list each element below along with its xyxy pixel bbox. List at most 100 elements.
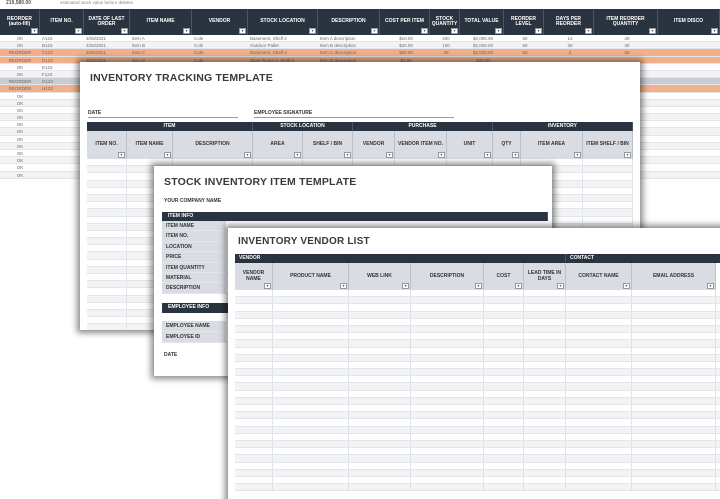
table-cell[interactable] xyxy=(87,317,127,324)
table-cell[interactable] xyxy=(411,333,484,340)
filter-dropdown-icon[interactable]: ▾ xyxy=(451,28,458,34)
table-cell[interactable]: Cole xyxy=(192,35,248,41)
table-cell[interactable]: OK xyxy=(0,164,40,170)
table-cell[interactable] xyxy=(411,405,484,412)
table-cell[interactable] xyxy=(411,448,484,455)
table-cell[interactable] xyxy=(235,405,273,412)
table-cell[interactable] xyxy=(583,166,633,173)
table-cell[interactable] xyxy=(173,159,253,166)
table-cell[interactable] xyxy=(524,412,566,419)
table-cell[interactable] xyxy=(87,180,127,187)
table-cell[interactable] xyxy=(524,347,566,354)
table-cell[interactable] xyxy=(566,455,632,462)
table-cell[interactable] xyxy=(484,361,524,369)
table-cell[interactable]: OK xyxy=(0,150,40,156)
table-cell[interactable]: A123 xyxy=(40,35,84,41)
table-cell[interactable] xyxy=(632,448,716,455)
table-cell[interactable] xyxy=(411,426,484,433)
table-cell[interactable] xyxy=(632,383,716,390)
table-cell[interactable] xyxy=(411,469,484,476)
table-cell[interactable] xyxy=(566,290,632,297)
table-cell[interactable] xyxy=(484,311,524,318)
table-cell[interactable] xyxy=(235,448,273,455)
table-cell[interactable] xyxy=(484,397,524,404)
table-cell[interactable] xyxy=(411,383,484,390)
table-cell[interactable] xyxy=(484,448,524,455)
table-cell[interactable]: Cole xyxy=(192,42,248,48)
table-cell[interactable] xyxy=(566,333,632,340)
table-cell[interactable] xyxy=(349,333,411,340)
table-cell[interactable] xyxy=(349,290,411,297)
table-cell[interactable] xyxy=(484,340,524,347)
table-cell[interactable] xyxy=(273,426,349,433)
table-cell[interactable] xyxy=(411,361,484,369)
filter-dropdown-icon[interactable]: ▾ xyxy=(421,28,428,34)
table-cell[interactable]: OK xyxy=(0,107,40,113)
table-cell[interactable] xyxy=(349,484,411,491)
table-cell[interactable] xyxy=(273,325,349,333)
table-cell[interactable] xyxy=(566,340,632,347)
table-cell[interactable] xyxy=(566,347,632,354)
table-cell[interactable] xyxy=(411,455,484,462)
table-cell[interactable] xyxy=(524,318,566,325)
table-cell[interactable] xyxy=(583,209,633,216)
table-cell[interactable] xyxy=(235,318,273,325)
table-cell[interactable] xyxy=(349,419,411,426)
table-cell[interactable] xyxy=(524,333,566,340)
table-cell[interactable] xyxy=(87,324,127,330)
table-cell[interactable]: 30 xyxy=(594,35,658,41)
table-cell[interactable] xyxy=(484,354,524,361)
table-cell[interactable] xyxy=(349,462,411,469)
table-cell[interactable]: REORDER xyxy=(0,49,40,55)
table-cell[interactable]: Basement, Shelf 4 xyxy=(248,49,318,55)
table-cell[interactable]: Item C xyxy=(130,49,192,55)
table-cell[interactable] xyxy=(349,318,411,325)
filter-dropdown-icon[interactable]: ▾ xyxy=(512,152,519,158)
table-cell[interactable] xyxy=(235,484,273,491)
table-cell[interactable] xyxy=(583,187,633,194)
table-cell[interactable] xyxy=(273,311,349,318)
table-cell[interactable] xyxy=(87,266,127,273)
table-cell[interactable] xyxy=(632,376,716,383)
table-cell[interactable]: OK xyxy=(0,114,40,120)
table-cell[interactable] xyxy=(566,325,632,333)
table-cell[interactable] xyxy=(349,376,411,383)
table-cell[interactable] xyxy=(524,476,566,484)
table-cell[interactable] xyxy=(484,390,524,397)
table-cell[interactable] xyxy=(273,412,349,419)
table-cell[interactable] xyxy=(484,290,524,297)
filter-dropdown-icon[interactable]: ▾ xyxy=(475,283,482,289)
table-cell[interactable] xyxy=(524,361,566,369)
table-cell[interactable] xyxy=(353,159,395,166)
table-cell[interactable] xyxy=(235,412,273,419)
table-cell[interactable] xyxy=(273,433,349,440)
table-cell[interactable] xyxy=(524,304,566,311)
table-cell[interactable]: OK xyxy=(0,71,40,77)
table-cell[interactable] xyxy=(273,484,349,491)
table-cell[interactable] xyxy=(235,304,273,311)
table-cell[interactable] xyxy=(235,455,273,462)
table-cell[interactable] xyxy=(235,333,273,340)
table-cell[interactable] xyxy=(521,159,583,166)
table-cell[interactable] xyxy=(40,128,84,134)
table-cell[interactable] xyxy=(632,325,716,333)
table-cell[interactable] xyxy=(87,259,127,266)
table-cell[interactable]: Item C description xyxy=(318,49,380,55)
table-cell[interactable] xyxy=(566,354,632,361)
table-cell[interactable] xyxy=(349,311,411,318)
table-cell[interactable] xyxy=(349,469,411,476)
table-cell[interactable] xyxy=(411,354,484,361)
table-cell[interactable]: 30 xyxy=(544,42,594,48)
filter-dropdown-icon[interactable]: ▾ xyxy=(31,28,38,34)
table-cell[interactable] xyxy=(87,309,127,317)
table-cell[interactable]: 30 xyxy=(594,42,658,48)
filter-dropdown-icon[interactable]: ▾ xyxy=(624,152,631,158)
table-cell[interactable] xyxy=(349,361,411,369)
table-cell[interactable] xyxy=(349,412,411,419)
table-cell[interactable] xyxy=(524,290,566,297)
filter-dropdown-icon[interactable]: ▾ xyxy=(484,152,491,158)
table-cell[interactable] xyxy=(632,318,716,325)
table-cell[interactable] xyxy=(411,397,484,404)
table-cell[interactable]: C123 xyxy=(40,49,84,55)
table-cell[interactable] xyxy=(87,159,127,166)
